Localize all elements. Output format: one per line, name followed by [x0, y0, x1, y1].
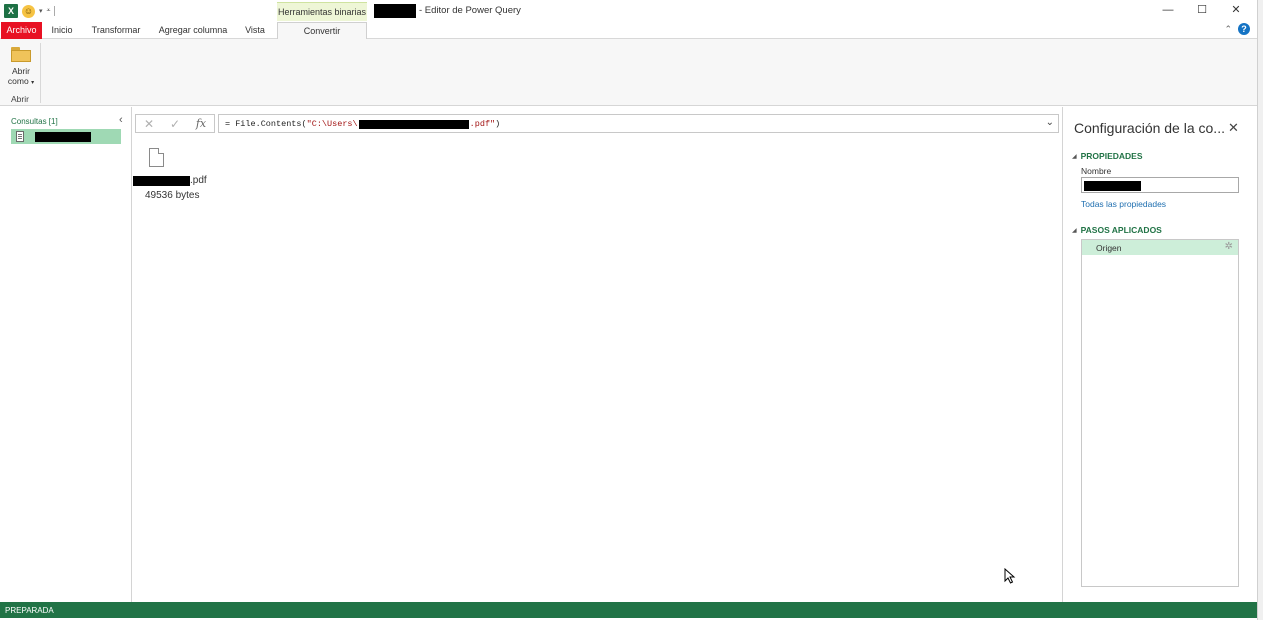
redacted-path	[358, 119, 469, 129]
ribbon-group-label: Abrir	[11, 94, 29, 104]
tab-transformar[interactable]: Transformar	[88, 22, 144, 39]
step-item[interactable]: Origen ✲	[1082, 240, 1238, 255]
formula-prefix: = File.Contents(	[225, 119, 307, 129]
maximize-button[interactable]: ☐	[1185, 2, 1219, 18]
open-as-button[interactable]: Abrir como ▾	[4, 44, 38, 92]
file-icon[interactable]	[149, 148, 164, 167]
context-tab-group: Herramientas binarias	[277, 2, 367, 21]
collapse-ribbon-icon[interactable]: ⌃	[1224, 24, 1232, 35]
tab-agregar-columna[interactable]: Agregar columna	[156, 22, 230, 39]
status-text: PREPARADA	[5, 606, 54, 615]
open-as-label-2: como ▾	[7, 76, 35, 86]
qat-divider	[54, 6, 56, 16]
help-icon[interactable]: ?	[1238, 23, 1250, 35]
gear-icon[interactable]: ✲	[1225, 241, 1233, 252]
formula-suffix: )	[495, 119, 501, 129]
ribbon-tab-controls: ⌃ ?	[1224, 23, 1250, 35]
tab-inicio[interactable]: Inicio	[47, 22, 77, 39]
smiley-feedback-icon[interactable]: ☺	[22, 4, 35, 18]
tab-convertir[interactable]: Convertir	[277, 22, 367, 40]
expand-formula-icon[interactable]: ⌄	[1046, 117, 1054, 128]
formula-path-end: .pdf"	[469, 119, 496, 129]
customize-qat-icon[interactable]: ⩡	[47, 7, 51, 15]
chevron-down-icon: ▾	[31, 80, 35, 86]
window-title: - Editor de Power Query	[419, 5, 521, 16]
cancel-formula-button[interactable]: ✕	[136, 117, 162, 131]
quick-access-toolbar: X ☺ ▾ ⩡	[4, 3, 56, 19]
properties-section[interactable]: ◢ PROPIEDADES	[1072, 151, 1143, 161]
context-group-label: Herramientas binarias	[277, 7, 367, 17]
collapse-pane-icon[interactable]: ‹	[119, 114, 123, 126]
chevron-down-icon[interactable]: ▾	[39, 7, 43, 15]
ribbon-body: Abrir como ▾ Abrir	[0, 39, 1258, 106]
queries-header: Consultas [1]	[11, 117, 58, 126]
formula-text: = File.Contents( "C:\Users\ .pdf" )	[225, 119, 500, 129]
file-extension: .pdf	[190, 175, 207, 186]
file-name[interactable]: .pdf	[133, 175, 207, 186]
ribbon-tabs: Archivo Inicio Transformar Agregar colum…	[0, 21, 1258, 40]
queries-pane: Consultas [1] ‹	[0, 107, 132, 602]
close-icon[interactable]: ✕	[1228, 120, 1239, 136]
table-icon	[16, 131, 24, 142]
folder-open-icon	[11, 47, 31, 62]
collapse-triangle-icon: ◢	[1072, 153, 1077, 160]
tab-vista[interactable]: Vista	[241, 22, 269, 39]
redacted-query-name	[35, 132, 91, 142]
mouse-cursor-icon	[1004, 568, 1016, 584]
name-field[interactable]	[1081, 177, 1239, 193]
window-controls: — ☐ ✕	[1151, 2, 1253, 18]
file-size: 49536 bytes	[145, 190, 200, 201]
redacted-name-value	[1084, 181, 1141, 191]
formula-path-start: "C:\Users\	[306, 119, 358, 129]
open-as-label-1: Abrir	[12, 66, 30, 76]
title-bar: X ☺ ▾ ⩡ Herramientas binarias - Editor d…	[0, 0, 1258, 21]
redacted-file-name	[133, 175, 190, 186]
insert-function-button[interactable]: fx	[188, 117, 214, 130]
all-properties-link[interactable]: Todas las propiedades	[1081, 199, 1166, 209]
minimize-button[interactable]: —	[1151, 2, 1185, 18]
background-window-edge	[1257, 0, 1263, 620]
collapse-triangle-icon: ◢	[1072, 227, 1077, 234]
settings-title: Configuración de la co...	[1074, 120, 1225, 136]
query-settings-pane: Configuración de la co... ✕ ◢ PROPIEDADE…	[1062, 107, 1256, 602]
formula-input[interactable]: = File.Contents( "C:\Users\ .pdf" ) ⌄	[218, 114, 1059, 133]
step-label: Origen	[1096, 243, 1122, 253]
close-button[interactable]: ✕	[1219, 2, 1253, 18]
properties-header: PROPIEDADES	[1080, 151, 1143, 161]
commit-formula-button[interactable]: ✓	[162, 117, 188, 131]
applied-steps-list: Origen ✲	[1081, 239, 1239, 587]
status-bar: PREPARADA	[0, 602, 1257, 618]
applied-steps-header: PASOS APLICADOS	[1080, 225, 1162, 235]
formula-buttons: ✕ ✓ fx	[135, 114, 215, 133]
redacted-workbook-name	[374, 3, 416, 18]
excel-icon: X	[4, 4, 18, 18]
name-label: Nombre	[1081, 166, 1112, 176]
applied-steps-section[interactable]: ◢ PASOS APLICADOS	[1072, 225, 1162, 235]
ribbon-group-divider	[40, 43, 41, 103]
query-item[interactable]	[11, 129, 121, 144]
window-title-area: - Editor de Power Query	[374, 3, 521, 18]
tab-archivo[interactable]: Archivo	[1, 22, 42, 39]
